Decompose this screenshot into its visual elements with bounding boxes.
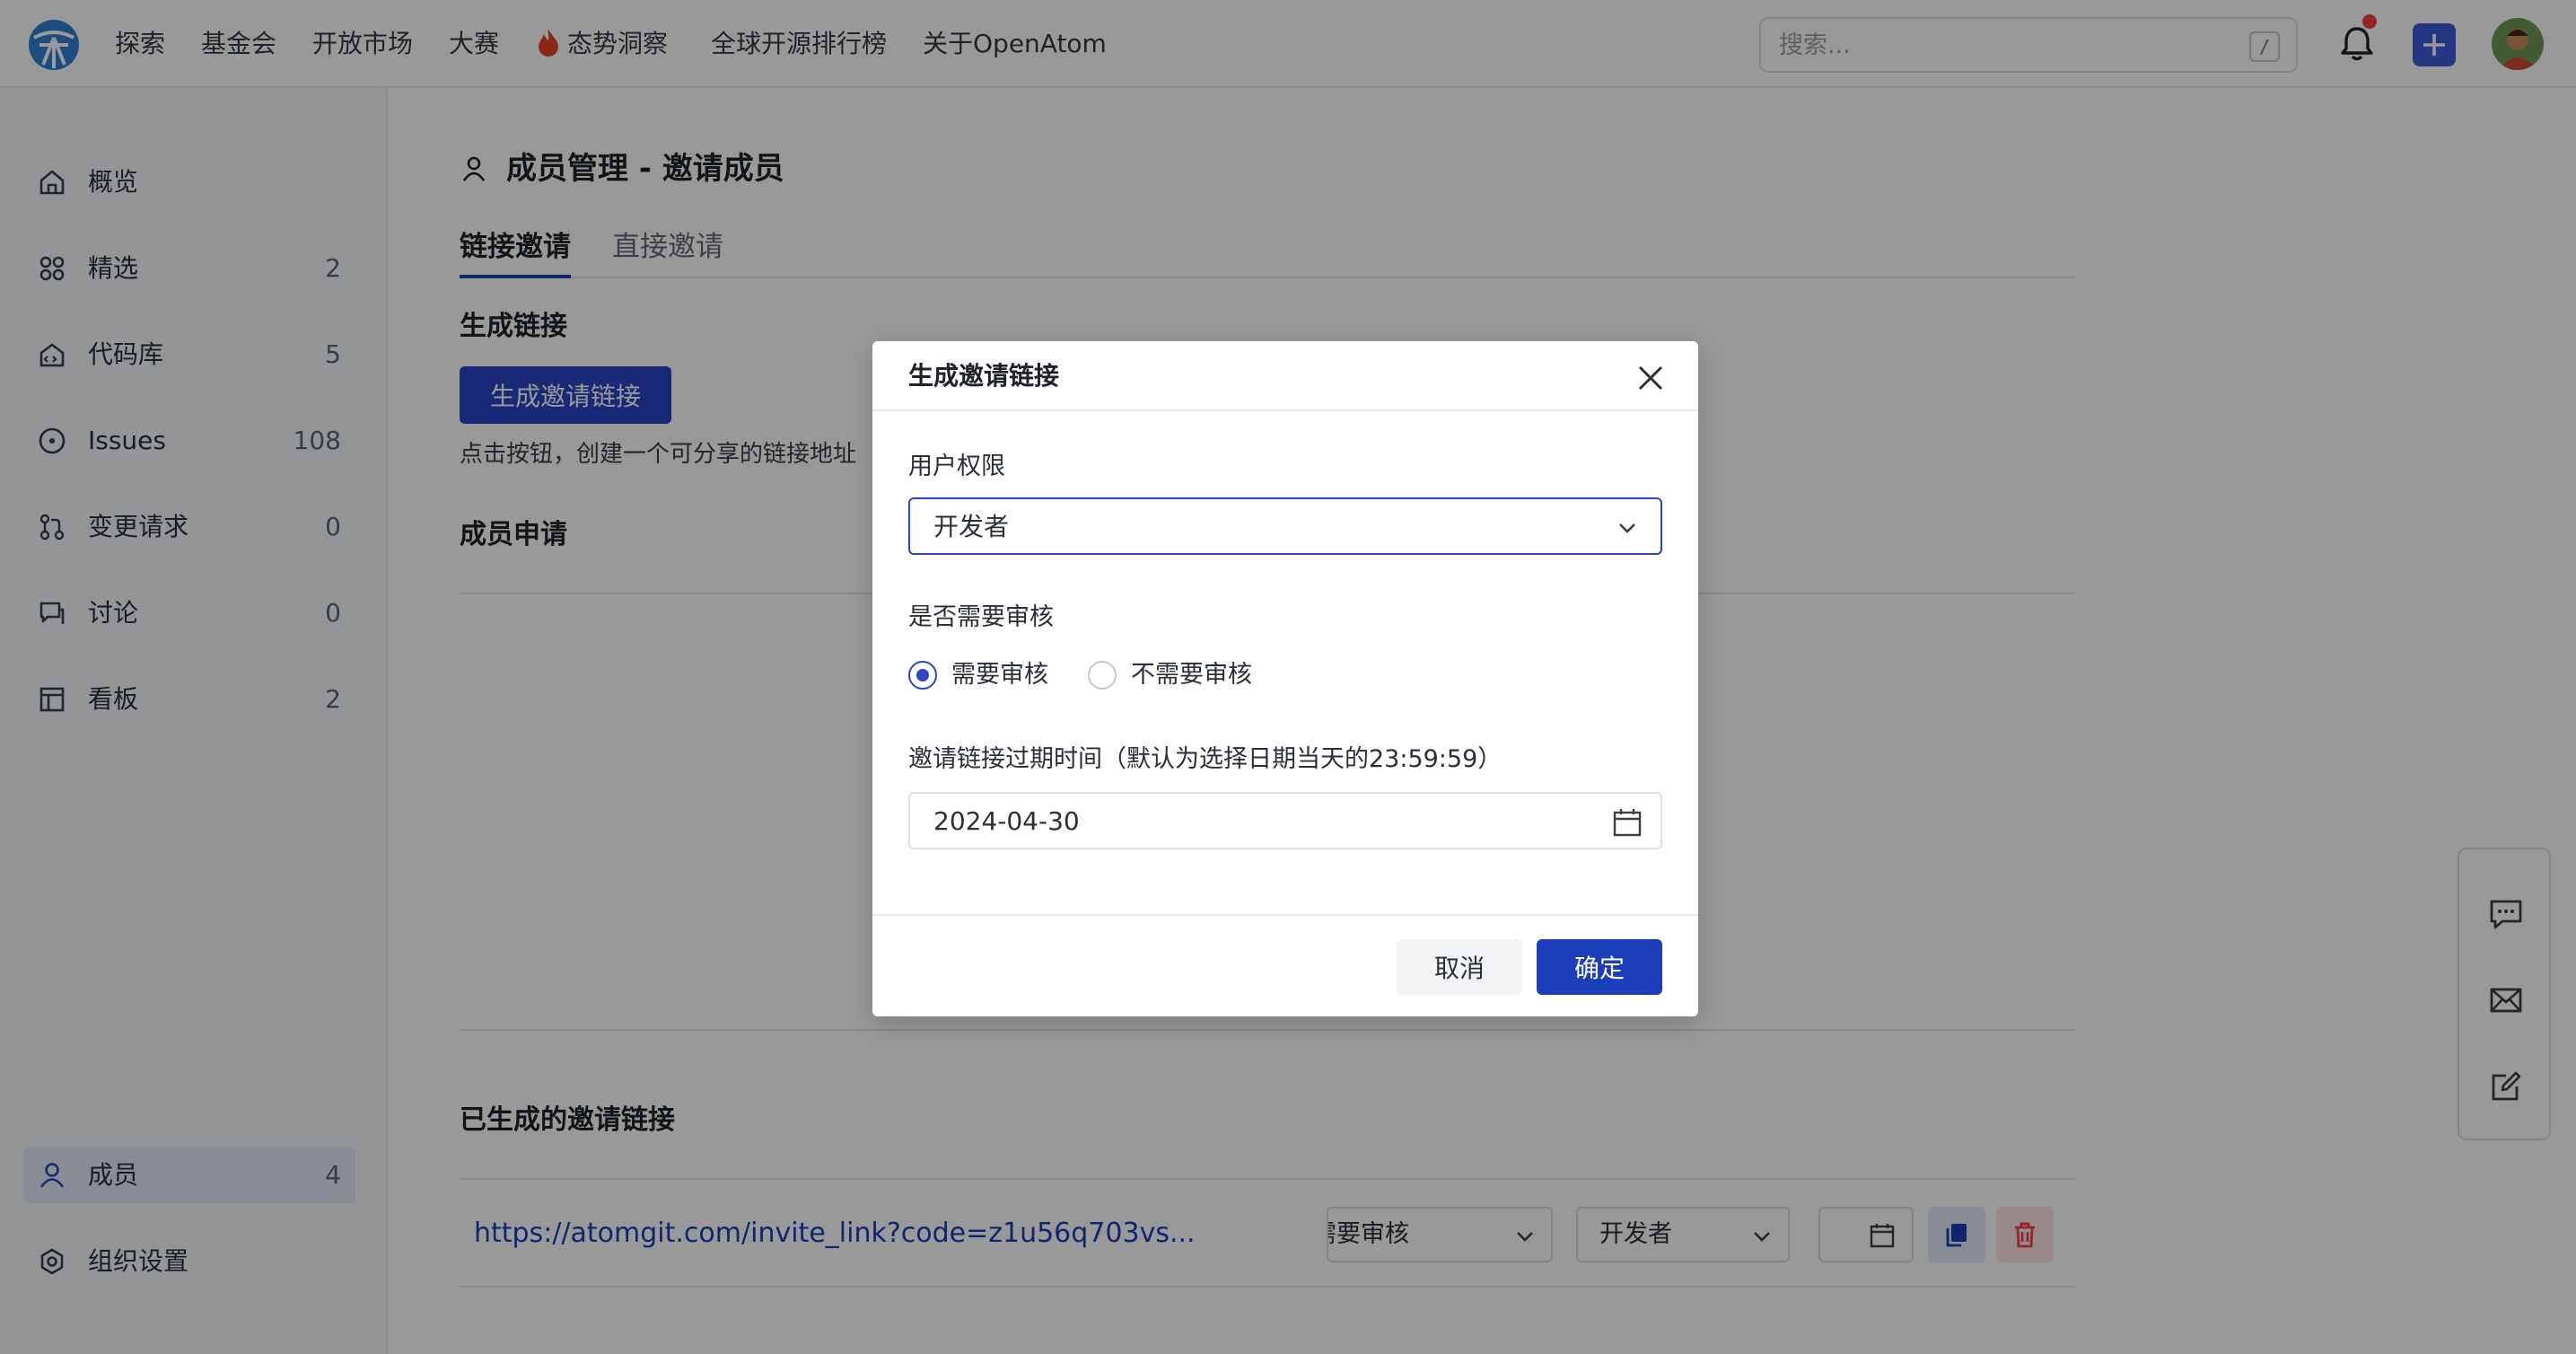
calendar-icon[interactable] <box>1612 807 1643 838</box>
expire-date-input[interactable]: 2024-04-30 <box>908 792 1662 849</box>
radio-circle <box>908 661 937 690</box>
cancel-button[interactable]: 取消 <box>1397 939 1522 995</box>
expire-label: 邀请链接过期时间（默认为选择日期当天的23:59:59） <box>908 745 1503 773</box>
radio-label: 需要审核 <box>951 661 1048 689</box>
dialog-title: 生成邀请链接 <box>908 361 1060 391</box>
confirm-button[interactable]: 确定 <box>1537 939 1662 995</box>
chevron-down-icon <box>1619 523 1635 533</box>
permission-label: 用户权限 <box>908 453 1005 480</box>
dialog-footer: 取消 确定 <box>872 914 1698 1016</box>
review-label: 是否需要审核 <box>908 603 1054 631</box>
radio-no-review[interactable]: 不需要审核 <box>1088 657 1276 693</box>
radio-circle <box>1088 661 1117 690</box>
permission-select-value: 开发者 <box>933 512 1010 541</box>
close-icon[interactable] <box>1635 363 1666 393</box>
radio-need-review[interactable]: 需要审核 <box>908 657 1061 693</box>
permission-select[interactable]: 开发者 <box>908 497 1662 555</box>
radio-label: 不需要审核 <box>1131 661 1252 689</box>
generate-invite-link-dialog: 生成邀请链接 用户权限 开发者 是否需要审核 需要审核 不需要审核 邀请链接过期… <box>872 341 1698 1016</box>
expire-date-value: 2024-04-30 <box>933 806 1080 836</box>
dialog-header: 生成邀请链接 <box>872 341 1698 411</box>
